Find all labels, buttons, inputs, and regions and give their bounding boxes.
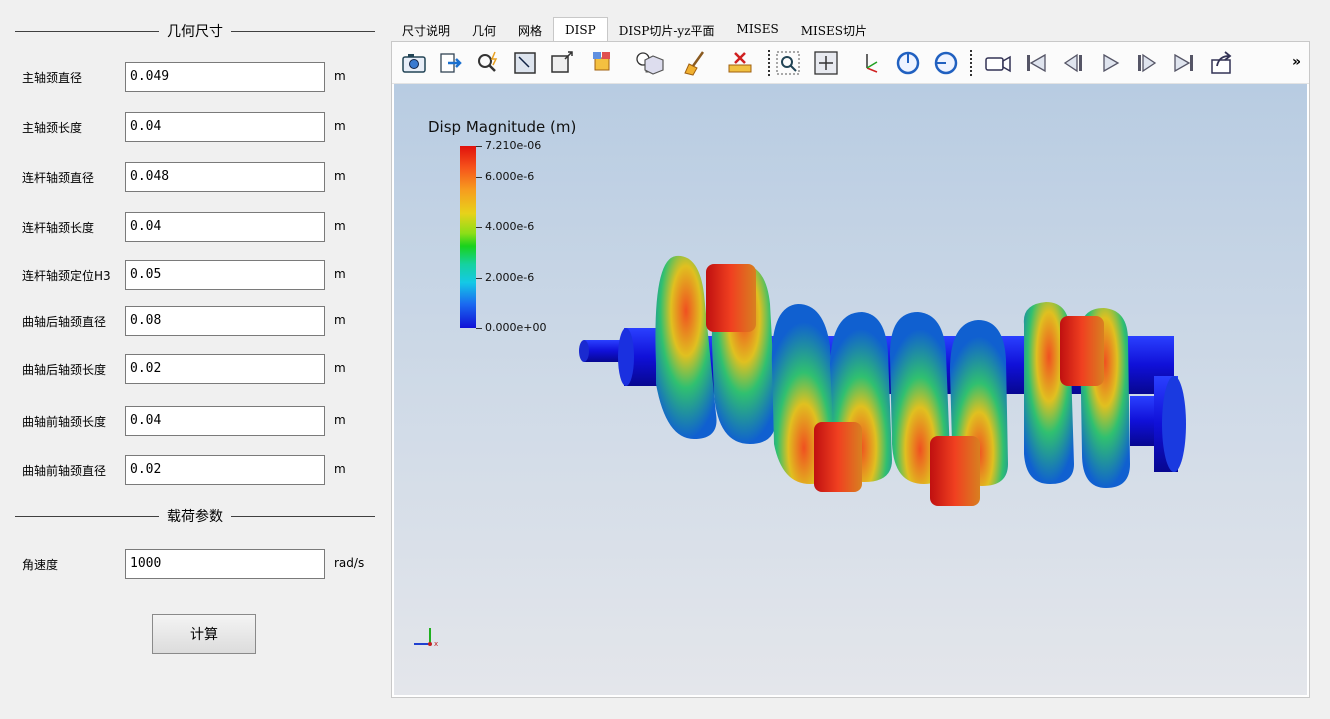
param-input[interactable]: 0.08 xyxy=(125,306,325,336)
param-label: 曲轴后轴颈长度 xyxy=(22,363,107,377)
toolbar-separator xyxy=(970,50,972,76)
first-frame-icon[interactable] xyxy=(1020,48,1052,78)
front-journal-end xyxy=(579,340,589,362)
video-camera-icon[interactable] xyxy=(982,48,1014,78)
crankshaft-model[interactable]: x xyxy=(394,84,1307,695)
crank-pin-1 xyxy=(706,264,756,332)
param-label: 曲轴前轴颈直径 xyxy=(22,464,107,478)
magic-search-icon[interactable] xyxy=(472,48,504,78)
param-row: 曲轴后轴颈长度 0.02 m xyxy=(22,354,382,384)
param-row: 主轴颈长度 0.04 m xyxy=(22,112,382,142)
tab-mises[interactable]: MISES xyxy=(726,17,790,41)
tab-disp[interactable]: DISP xyxy=(553,17,608,41)
param-row: 曲轴前轴颈长度 0.04 m xyxy=(22,406,382,436)
next-frame-icon[interactable] xyxy=(1132,48,1164,78)
zoom-box-icon[interactable] xyxy=(772,48,804,78)
reset-view-icon[interactable] xyxy=(509,48,541,78)
param-unit: m xyxy=(334,169,346,183)
param-row: 连杆轴颈定位H3 0.05 m xyxy=(22,260,382,290)
rear-flange-face xyxy=(1162,376,1186,472)
param-input[interactable]: 0.04 xyxy=(125,212,325,242)
zoom-extents-icon[interactable] xyxy=(546,48,578,78)
param-input[interactable]: 0.02 xyxy=(125,354,325,384)
divider xyxy=(231,30,375,32)
param-input[interactable]: 0.048 xyxy=(125,162,325,192)
param-input[interactable]: 0.049 xyxy=(125,62,325,92)
param-unit: m xyxy=(334,69,346,83)
clear-icon[interactable] xyxy=(680,48,712,78)
load-param-row: 角速度 1000 rad/s xyxy=(22,549,382,579)
calculate-button[interactable]: 计算 xyxy=(152,614,256,654)
param-unit: m xyxy=(334,361,346,375)
param-unit: m xyxy=(334,313,346,327)
param-row: 连杆轴颈长度 0.04 m xyxy=(22,212,382,242)
divider xyxy=(15,515,159,517)
geometry-group-title: 几何尺寸 xyxy=(167,24,223,40)
share-icon[interactable] xyxy=(1206,48,1238,78)
param-input[interactable]: 0.04 xyxy=(125,112,325,142)
param-label: 连杆轴颈直径 xyxy=(22,171,95,185)
camera-icon[interactable] xyxy=(398,48,430,78)
rotate-ccw-icon[interactable] xyxy=(930,48,962,78)
play-icon[interactable] xyxy=(1094,48,1126,78)
param-label: 连杆轴颈定位H3 xyxy=(22,269,111,283)
last-frame-icon[interactable] xyxy=(1168,48,1200,78)
rotate-cw-icon[interactable] xyxy=(892,48,924,78)
tab-disp-yz-[interactable]: DISP切片-yz平面 xyxy=(608,17,726,41)
param-input[interactable]: 0.04 xyxy=(125,406,325,436)
param-unit: m xyxy=(334,219,346,233)
front-main-journal-end xyxy=(618,328,634,386)
angular-velocity-input[interactable]: 1000 xyxy=(125,549,325,579)
toolbar-separator xyxy=(768,50,770,76)
tab--[interactable]: 尺寸说明 xyxy=(391,17,461,41)
param-row: 曲轴后轴颈直径 0.08 m xyxy=(22,306,382,336)
prev-frame-icon[interactable] xyxy=(1056,48,1088,78)
axis-triad: x xyxy=(414,628,438,648)
fit-all-icon[interactable] xyxy=(810,48,842,78)
param-label: 曲轴前轴颈长度 xyxy=(22,415,107,429)
ruler-icon[interactable] xyxy=(724,48,756,78)
tab--[interactable]: 几何 xyxy=(461,17,507,41)
param-unit: m xyxy=(334,413,346,427)
tab--[interactable]: 网格 xyxy=(507,17,553,41)
load-param-label: 角速度 xyxy=(22,558,59,572)
view-toolbar: » xyxy=(392,42,1309,84)
param-unit: m xyxy=(334,462,346,476)
param-row: 主轴颈直径 0.049 m xyxy=(22,62,382,92)
geometry-group-header: 几何尺寸 xyxy=(15,21,375,41)
divider xyxy=(15,30,159,32)
param-row: 曲轴前轴颈直径 0.02 m xyxy=(22,455,382,485)
crank-pin-3 xyxy=(930,436,980,506)
render-viewport[interactable]: Disp Magnitude (m) 7.210e-06 6.000e-6 4.00… xyxy=(394,84,1307,695)
tab-mises-[interactable]: MISES切片 xyxy=(790,17,878,41)
toolbar-overflow-button[interactable]: » xyxy=(1292,54,1301,70)
crank-pin-2 xyxy=(814,422,862,492)
load-param-unit: rad/s xyxy=(334,556,365,570)
load-group-header: 载荷参数 xyxy=(15,506,375,526)
representation-icon[interactable] xyxy=(588,48,620,78)
param-label: 连杆轴颈长度 xyxy=(22,221,95,235)
param-row: 连杆轴颈直径 0.048 m xyxy=(22,162,382,192)
param-unit: m xyxy=(334,267,346,281)
param-unit: m xyxy=(334,119,346,133)
crank-pin-4 xyxy=(1060,316,1104,386)
param-label: 主轴颈直径 xyxy=(22,71,83,85)
result-tabs: 尺寸说明 几何 网格 DISP DISP切片-yz平面 MISES MISES切片 xyxy=(391,17,878,41)
param-label: 曲轴后轴颈直径 xyxy=(22,315,107,329)
render-pane: » Disp Magnitude (m) 7.210e-06 6.000e-6 4.… xyxy=(391,41,1310,698)
svg-text:x: x xyxy=(434,640,438,648)
axes-orient-icon[interactable] xyxy=(854,48,886,78)
box-view-icon[interactable] xyxy=(638,48,670,78)
export-icon[interactable] xyxy=(435,48,467,78)
param-input[interactable]: 0.02 xyxy=(125,455,325,485)
param-input[interactable]: 0.05 xyxy=(125,260,325,290)
param-label: 主轴颈长度 xyxy=(22,121,83,135)
divider xyxy=(231,515,375,517)
load-group-title: 载荷参数 xyxy=(167,509,223,525)
